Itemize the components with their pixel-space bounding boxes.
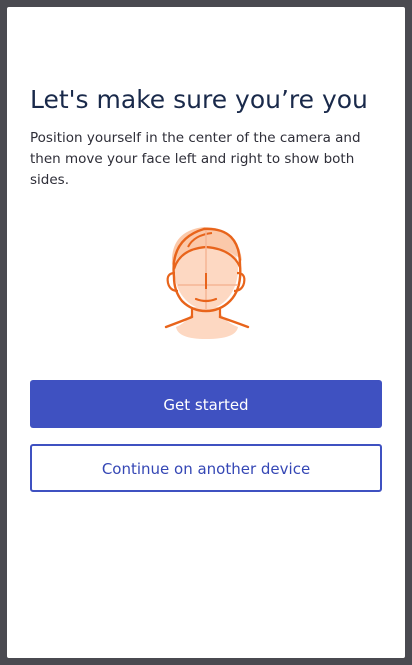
continue-on-another-device-button[interactable]: Continue on another device — [30, 444, 382, 492]
face-outline-icon — [158, 217, 254, 343]
page-title: Let's make sure you’re you — [30, 85, 368, 114]
verification-modal: Let's make sure you’re you Position your… — [7, 7, 405, 658]
get-started-button[interactable]: Get started — [30, 380, 382, 428]
instructions-text: Position yourself in the center of the c… — [30, 130, 361, 188]
